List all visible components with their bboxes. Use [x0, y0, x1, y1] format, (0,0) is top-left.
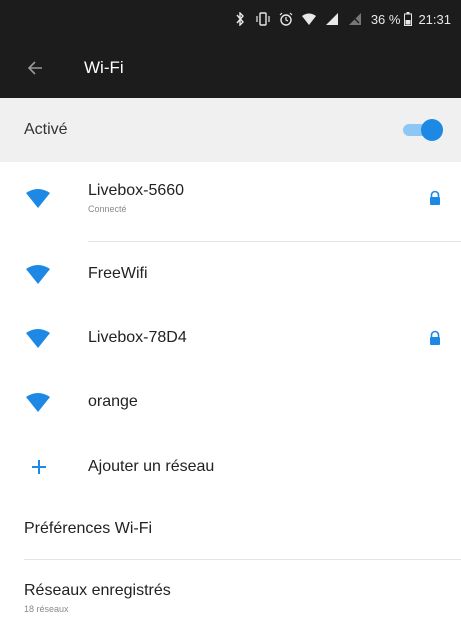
add-network-button[interactable]: Ajouter un réseau [0, 435, 461, 499]
network-name: orange [88, 393, 138, 410]
switch-thumb [421, 119, 443, 141]
wifi-signal-icon [26, 392, 50, 412]
status-bar: 36 % 21:31 [0, 0, 461, 38]
network-name: Livebox-78D4 [88, 329, 187, 346]
network-status: Connecté [88, 204, 127, 214]
wifi-signal-icon [26, 328, 50, 348]
divider [24, 559, 461, 560]
network-item[interactable]: Livebox-78D4 [0, 306, 461, 370]
network-name: Livebox-5660 [88, 182, 185, 199]
wifi-signal-icon [301, 11, 317, 27]
battery-percent: 36 % [370, 11, 401, 27]
page-title: Wi-Fi [84, 58, 124, 77]
cell-signal-icon [324, 11, 340, 27]
network-item[interactable]: Livebox-5660 Connecté [0, 166, 461, 230]
wifi-toggle-switch[interactable] [403, 119, 443, 141]
no-sim-icon [347, 11, 363, 27]
arrow-back-icon[interactable] [14, 47, 56, 89]
saved-networks-label: Réseaux enregistrés [24, 582, 171, 599]
bluetooth-icon [232, 11, 248, 27]
network-item[interactable]: orange [0, 370, 461, 434]
network-name: FreeWifi [88, 265, 148, 282]
wifi-preferences-label: Préférences Wi-Fi [24, 520, 153, 537]
vibrate-icon [255, 11, 271, 27]
wifi-signal-icon [26, 188, 50, 208]
add-network-label: Ajouter un réseau [88, 458, 215, 475]
wifi-preferences-item[interactable]: Préférences Wi-Fi [0, 499, 461, 559]
saved-networks-item[interactable]: Réseaux enregistrés 18 réseaux [0, 570, 461, 630]
wifi-toggle-row[interactable]: Activé [0, 98, 461, 162]
clock: 21:31 [418, 11, 451, 27]
saved-networks-count: 18 réseaux [24, 604, 69, 614]
wifi-signal-icon [26, 264, 50, 284]
plus-icon [30, 458, 48, 476]
alarm-icon [278, 11, 294, 27]
network-item[interactable]: FreeWifi [0, 242, 461, 306]
lock-icon [427, 190, 443, 206]
lock-icon [427, 330, 443, 346]
wifi-toggle-label: Activé [24, 121, 68, 138]
app-bar: Wi-Fi [0, 38, 461, 98]
battery-icon [404, 11, 413, 27]
